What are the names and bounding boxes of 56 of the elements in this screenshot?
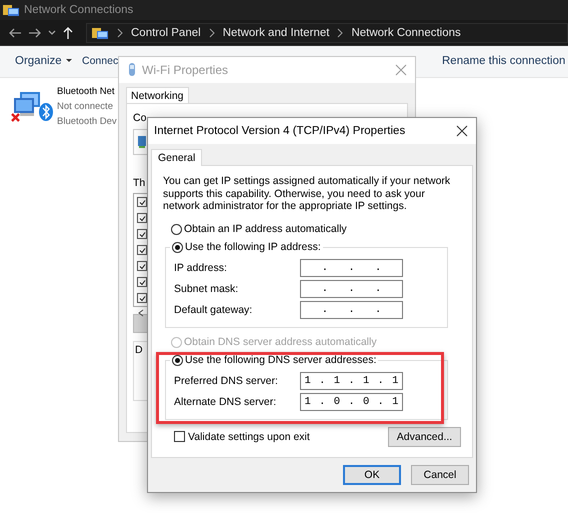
breadcrumb[interactable]: Network Connections [351, 26, 461, 38]
field-label: Default gateway: [174, 304, 252, 316]
description-text: You can get IP settings assigned automatically if your network supports this capability. Otherwise, you need to ask your network administrator for the appropriate IP settings. [163, 175, 452, 212]
device-name: Bluetooth Dev [57, 115, 117, 129]
tab[interactable]: Networking [126, 87, 189, 104]
radio-option[interactable]: Use the following DNS server addresses: [172, 354, 376, 366]
checkbox[interactable] [137, 293, 147, 303]
breadcrumb[interactable]: Network and Internet [222, 26, 330, 38]
section-label: D [135, 344, 144, 356]
dialog-button[interactable]: Cancel [411, 465, 469, 485]
checkbox[interactable] [137, 245, 147, 255]
ip-address-field[interactable]: . . . [300, 259, 403, 277]
section-label: Co [133, 112, 147, 124]
toolbar-button[interactable]: Connec [82, 55, 118, 67]
field-label: Alternate DNS server: [174, 396, 276, 408]
adapter-icon [127, 62, 137, 78]
checkbox[interactable] [137, 277, 147, 287]
checkbox-option[interactable]: Validate settings upon exit [174, 430, 310, 442]
field-label: IP address: [174, 262, 227, 274]
section-label: Th [133, 177, 146, 189]
checkbox[interactable] [137, 261, 147, 271]
connection-name: Bluetooth Net [57, 85, 116, 99]
ip-address-field[interactable]: . . . [300, 280, 403, 298]
breadcrumb[interactable]: Control Panel [131, 26, 201, 38]
ip-address-field[interactable]: . . . [300, 301, 403, 319]
checkbox[interactable] [137, 229, 147, 239]
back-icon[interactable] [8, 26, 22, 38]
chevron-right-icon [337, 28, 344, 38]
scroll-left-icon[interactable] [137, 309, 145, 317]
toolbar-button[interactable]: Rename this connection [442, 55, 566, 67]
chevron-right-icon [208, 28, 215, 38]
ip-address-field[interactable]: 1 . 0 . 0 . 1 [300, 393, 403, 411]
connection-item[interactable]: Bluetooth Net Not connecte Bluetooth Dev [0, 78, 118, 129]
radio-option[interactable]: Use the following IP address: [172, 240, 321, 254]
field-label: Preferred DNS server: [174, 375, 278, 387]
dropdown-caret-icon [66, 59, 72, 63]
network-folder-icon [2, 2, 20, 18]
advanced-button[interactable]: Advanced... [388, 426, 461, 446]
chevron-right-icon [117, 28, 123, 38]
dialog-button[interactable]: OK [343, 465, 401, 485]
dialog-title: Internet Protocol Version 4 (TCP/IPv4) Properties [154, 125, 406, 137]
network-adapter-icon [137, 135, 147, 149]
checkbox[interactable] [137, 213, 147, 223]
connection-status: Not connecte [57, 100, 114, 114]
toolbar-button[interactable]: Organize [15, 55, 62, 67]
forward-icon[interactable] [28, 26, 42, 38]
ip-address-field[interactable]: 1 . 1 . 1 . 1 [300, 372, 403, 390]
checkbox[interactable] [137, 197, 147, 207]
window-title: Network Connections [24, 4, 134, 16]
field-label: Subnet mask: [174, 283, 238, 295]
address-bar[interactable]: Control Panel Network and Internet Network Connections [86, 22, 568, 42]
up-icon[interactable] [62, 26, 74, 40]
radio-option[interactable]: Obtain an IP address automatically [171, 222, 347, 236]
dialog-title: Wi-Fi Properties [142, 63, 230, 77]
close-icon[interactable] [456, 125, 468, 137]
tab[interactable]: General [151, 149, 202, 166]
